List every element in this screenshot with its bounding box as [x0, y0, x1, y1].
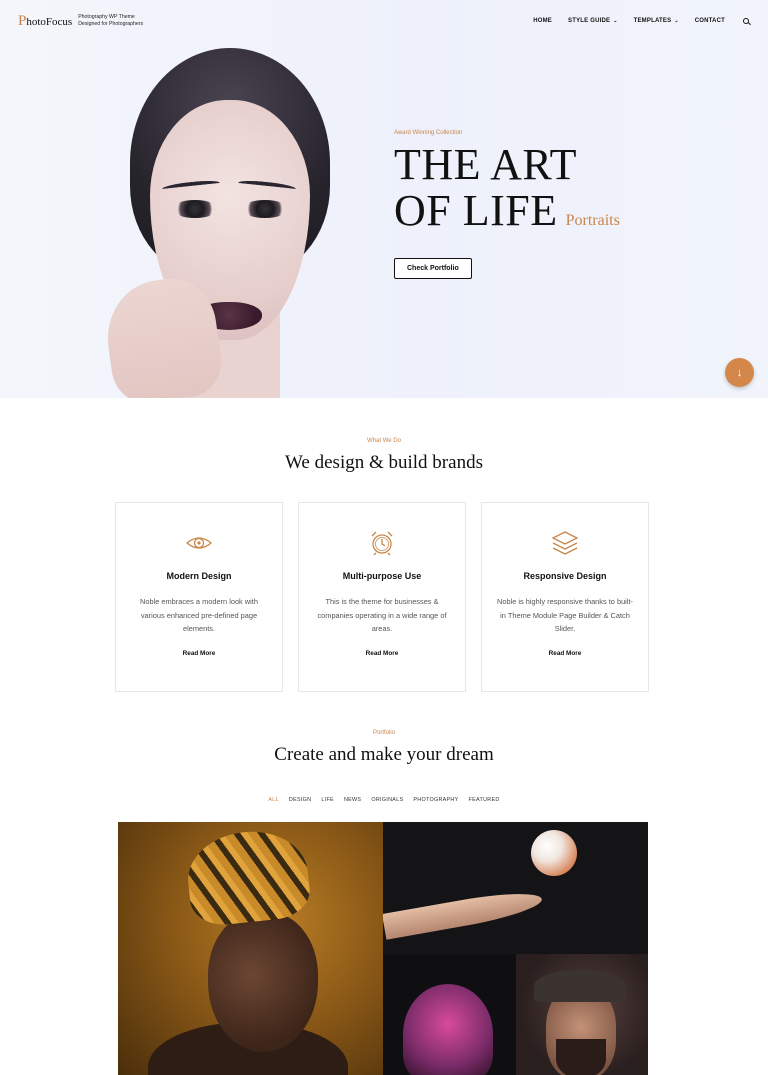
portfolio-eyebrow: Portfolio [372, 730, 395, 736]
hero-eyebrow: Award Winning Collection [394, 130, 463, 136]
service-card-text: Noble is highly responsive thanks to bui… [497, 597, 633, 633]
filter-photography[interactable]: PHOTOGRAPHY [413, 797, 458, 803]
main-nav: HOME STYLE GUIDE ⌄ TEMPLATES ⌄ CONTACT [533, 17, 750, 25]
service-card-responsive-design: Responsive Design Noble is highly respon… [481, 502, 649, 692]
filter-featured[interactable]: FEATURED [469, 797, 500, 803]
filter-all[interactable]: ALL [268, 797, 279, 803]
services-eyebrow: What We Do [367, 438, 401, 444]
filter-life[interactable]: LIFE [321, 797, 334, 803]
portfolio-title: Create and make your dream [274, 744, 494, 765]
portfolio-item-pink-hair[interactable] [383, 954, 516, 1075]
site-header: PhotoFocus Photography WP Theme Designed… [0, 0, 768, 42]
filter-design[interactable]: DESIGN [289, 797, 311, 803]
chevron-down-icon: ⌄ [674, 18, 679, 24]
portfolio-filters: ALL DESIGN LIFE NEWS ORIGINALS PHOTOGRAP… [0, 797, 768, 803]
eye-icon [185, 537, 213, 549]
hero-title-line1: THE ART [394, 140, 577, 189]
service-card-text: This is the theme for businesses & compa… [317, 597, 447, 633]
alarm-clock-icon [371, 531, 393, 556]
check-portfolio-button[interactable]: Check Portfolio [394, 258, 472, 279]
arrow-down-icon: ↓ [736, 366, 743, 379]
hero-title: THE ART OF LIFE Portraits [394, 142, 620, 244]
read-more-link[interactable]: Read More [366, 650, 399, 657]
hero-title-line2: OF LIFE [394, 186, 558, 235]
logo-wordmark: PhotoFocus [18, 12, 73, 29]
chevron-down-icon: ⌄ [613, 18, 618, 24]
portfolio-item-headwrap-portrait[interactable] [118, 822, 383, 1075]
nav-item-home[interactable]: HOME [533, 18, 552, 24]
service-card-multi-purpose: Multi-purpose Use This is the theme for … [298, 502, 466, 692]
service-card-title: Multi-purpose Use [342, 571, 422, 581]
site-logo[interactable]: PhotoFocus Photography WP Theme Designed… [18, 13, 143, 30]
hero-portrait-image [100, 40, 360, 398]
nav-item-templates[interactable]: TEMPLATES ⌄ [634, 18, 679, 24]
search-icon[interactable] [743, 17, 750, 25]
read-more-link[interactable]: Read More [549, 650, 582, 657]
hero-section: Award Winning Collection THE ART OF LIFE… [0, 0, 768, 398]
hero-subtitle: Portraits [565, 212, 620, 229]
logo-tagline: Photography WP Theme Designed for Photog… [78, 13, 144, 27]
services-header: What We Do We design & build brands [0, 438, 768, 474]
nav-item-style-guide[interactable]: STYLE GUIDE ⌄ [568, 18, 618, 24]
layers-icon [551, 531, 579, 555]
nav-item-contact[interactable]: CONTACT [695, 18, 725, 24]
service-card-title: Modern Design [166, 571, 232, 581]
portfolio-item-baseball-hand[interactable] [383, 822, 648, 954]
portfolio-gallery [118, 822, 648, 1075]
hero-text-block: Award Winning Collection THE ART OF LIFE… [394, 130, 620, 279]
services-title: We design & build brands [285, 452, 483, 473]
service-card-text: Noble embraces a modern look with variou… [140, 597, 258, 633]
service-card-modern-design: Modern Design Noble embraces a modern lo… [115, 502, 283, 692]
portfolio-header: Portfolio Create and make your dream [0, 730, 768, 766]
scroll-down-button[interactable]: ↓ [725, 358, 754, 387]
read-more-link[interactable]: Read More [183, 650, 216, 657]
filter-news[interactable]: NEWS [344, 797, 361, 803]
service-card-title: Responsive Design [523, 571, 607, 581]
portfolio-item-man-cap[interactable] [516, 954, 648, 1075]
filter-originals[interactable]: ORIGINALS [371, 797, 403, 803]
